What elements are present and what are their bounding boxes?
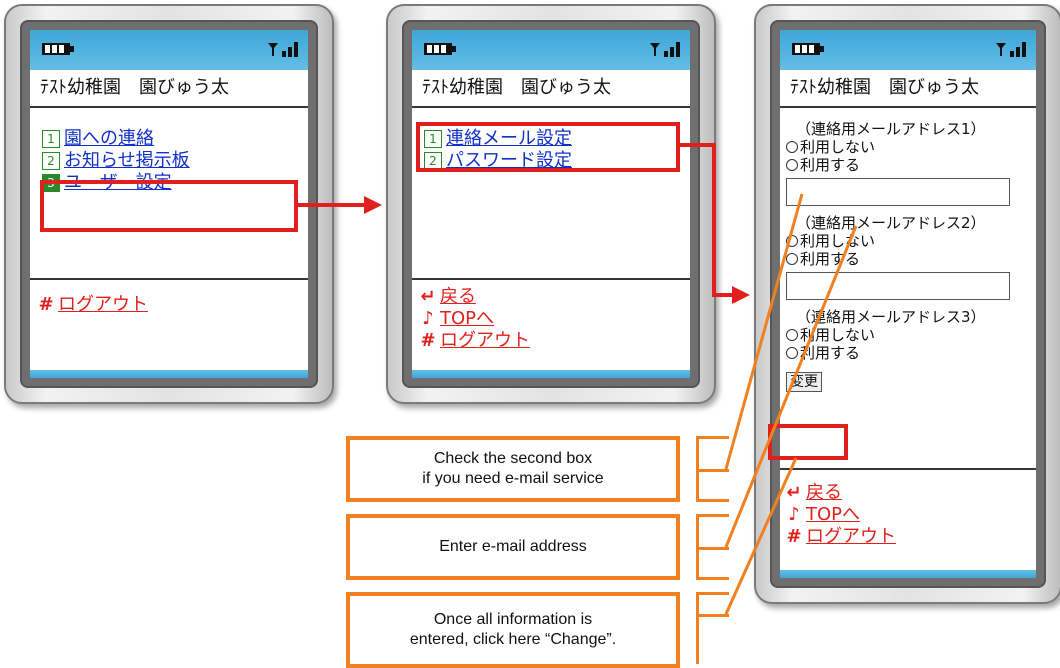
leader-line <box>724 457 798 615</box>
leader-line <box>724 193 804 470</box>
leader-lines <box>724 193 858 615</box>
leader-line <box>724 225 858 548</box>
